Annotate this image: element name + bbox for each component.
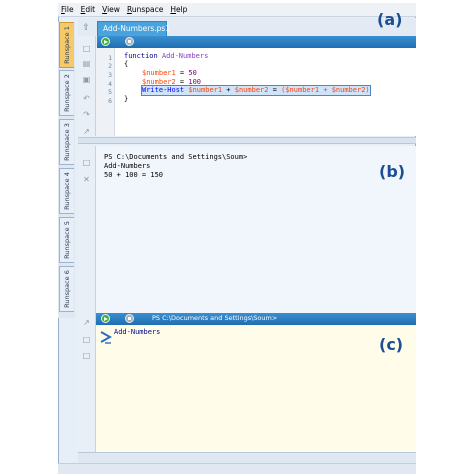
var-number2: $number2 — [142, 78, 176, 86]
powershell-prompt-icon — [100, 331, 112, 344]
tab-runspace-4[interactable]: Runspace 4 — [59, 168, 74, 214]
current-path-prompt: PS C:\Documents and Settings\Soum> — [152, 314, 278, 322]
run-script-icon[interactable] — [101, 37, 110, 46]
menu-runspace[interactable]: Runspace — [127, 5, 163, 14]
runspace-5-label: Runspace 5 — [63, 221, 71, 259]
runspace-4-label: Runspace 4 — [63, 172, 71, 210]
pane-splitter[interactable] — [78, 137, 416, 144]
line-number: 5 — [108, 88, 112, 96]
output-line: 50 + 100 = 150 — [104, 171, 164, 179]
var-number1: $number1 — [188, 86, 223, 94]
history-icon[interactable]: □ — [81, 335, 92, 345]
line-number: 1 — [108, 54, 112, 62]
assign-op: = — [175, 69, 189, 77]
keyword-function: function — [124, 52, 158, 60]
sum-expression: ($number1 + $number2) — [281, 86, 370, 94]
label-b: (b) — [379, 162, 406, 181]
menu-edit[interactable]: Edit — [81, 5, 96, 14]
label-a: (a) — [377, 10, 403, 29]
command-input[interactable]: Add-Numbers — [114, 328, 160, 336]
menu-file[interactable]: File — [61, 5, 74, 14]
output-line: Add-Numbers — [104, 162, 151, 170]
code-line-3: $number1 = 50 — [142, 69, 197, 78]
cmd-write-host: Write-Host — [142, 86, 185, 94]
stop-script-icon[interactable] — [125, 37, 134, 46]
collapse-chevron-icon[interactable]: ⇧ — [80, 23, 92, 33]
clear-output-icon[interactable]: ✕ — [81, 175, 92, 185]
var-number2: $number2 — [234, 86, 269, 94]
runspace-1-label: Runspace 1 — [63, 26, 71, 64]
command-sidebar — [78, 313, 96, 452]
label-c: (c) — [379, 335, 404, 354]
copy-output-icon[interactable]: □ — [81, 158, 92, 168]
code-line-1: function Add-Numbers — [124, 52, 208, 61]
line-number: 4 — [108, 80, 112, 88]
tab-runspace-3[interactable]: Runspace 3 — [59, 119, 74, 165]
editor-toolbar — [97, 36, 416, 48]
runspace-2-label: Runspace 2 — [63, 74, 71, 112]
horizontal-scrollbar[interactable] — [78, 452, 416, 463]
value-100: 100 — [188, 78, 202, 86]
line-number: 2 — [108, 62, 112, 70]
tab-add-numbers[interactable]: Add-Numbers.ps1 — [97, 21, 170, 36]
tab-runspace-2[interactable]: Runspace 2 — [59, 70, 74, 116]
line-number: 3 — [108, 71, 112, 79]
menu-help[interactable]: Help — [170, 5, 187, 14]
undo-icon[interactable]: ↶ — [81, 94, 92, 104]
menu-view[interactable]: View — [102, 5, 120, 14]
plus-op: + — [222, 86, 235, 94]
runspace-6-label: Runspace 6 — [63, 270, 71, 308]
value-50: 50 — [188, 69, 197, 77]
status-bar — [58, 463, 416, 474]
code-line-2: { — [124, 60, 129, 68]
save-icon[interactable]: ▣ — [81, 75, 92, 85]
assign-op: = — [175, 78, 189, 86]
function-name: Add-Numbers — [161, 52, 209, 60]
tab-runspace-5[interactable]: Runspace 5 — [59, 217, 74, 263]
run-selection-icon[interactable]: ↗ — [81, 127, 92, 137]
clear-command-icon[interactable]: □ — [81, 351, 92, 361]
output-line: PS C:\Documents and Settings\Soum> — [104, 153, 248, 161]
runspace-3-label: Runspace 3 — [63, 123, 71, 161]
tab-runspace-1[interactable]: Runspace 1 — [59, 22, 74, 68]
execute-icon[interactable]: ↗ — [81, 318, 92, 328]
command-input-pane[interactable] — [96, 325, 416, 452]
stop-command-icon[interactable] — [125, 314, 134, 323]
line-number: 6 — [108, 97, 112, 105]
tab-runspace-6[interactable]: Runspace 6 — [59, 266, 74, 312]
eq-op: = — [268, 86, 282, 94]
menu-bar: File Edit View Runspace Help — [58, 3, 416, 17]
new-file-icon[interactable]: □ — [81, 44, 92, 54]
redo-icon[interactable]: ↷ — [81, 110, 92, 120]
open-folder-icon[interactable]: ▤ — [81, 59, 92, 69]
code-line-6: } — [124, 95, 129, 103]
run-command-icon[interactable] — [101, 314, 110, 323]
code-line-5-selected: Write-Host $number1 + $number2 = ($numbe… — [141, 85, 371, 96]
output-sidebar — [78, 146, 96, 314]
var-number1: $number1 — [142, 69, 176, 77]
